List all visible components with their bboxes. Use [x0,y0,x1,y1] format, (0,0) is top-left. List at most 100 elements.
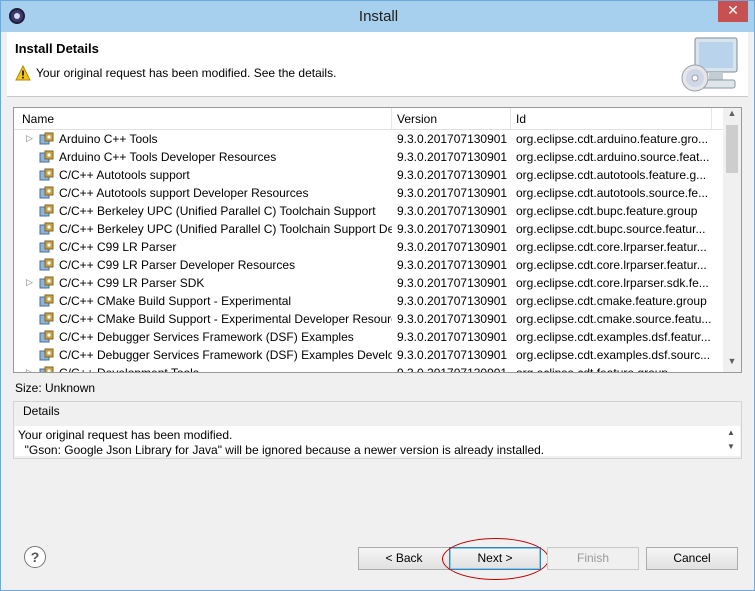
row-name: C/C++ CMake Build Support - Experimental [59,294,292,308]
column-divider[interactable] [510,108,511,130]
computer-cd-icon [681,37,738,92]
row-version: 9.3.0.201707130901 [397,168,508,182]
details-scrollbar[interactable]: ▲ ▼ [724,426,738,456]
row-name: C/C++ Debugger Services Framework (DSF) … [59,330,354,344]
row-name: C/C++ Autotools support Developer Resour… [59,186,309,200]
feature-icon [39,240,55,254]
feature-icon [39,330,55,344]
row-id: org.eclipse.cdt.examples.dsf.sourc... [516,348,711,362]
details-text-area[interactable]: Your original request has been modified.… [15,426,740,458]
details-line-1: Your original request has been modified. [18,428,233,442]
table-row[interactable]: ▷ C/C++ C99 LR Parser SDK 9.3.0.2017071309… [14,274,722,292]
row-version: 9.3.0.201707130901 [397,132,508,146]
title-bar[interactable]: Install ✕ [1,1,754,32]
column-header-name[interactable]: Name [22,112,54,126]
feature-icon [39,276,55,290]
feature-icon [39,150,55,164]
feature-icon [39,348,55,362]
scrollbar-thumb[interactable] [726,125,738,173]
scroll-down-icon[interactable]: ▼ [723,356,741,372]
feature-icon [39,132,55,146]
install-dialog: Install ✕ Install Details Your original … [0,0,755,591]
row-id: org.eclipse.cdt.bupc.feature.group [516,204,698,218]
table-row[interactable]: C/C++ Debugger Services Framework (DSF) … [14,346,722,364]
table-row[interactable]: C/C++ Berkeley UPC (Unified Parallel C) … [14,220,722,238]
row-version: 9.3.0.201707130901 [397,294,508,308]
row-version: 9.3.0.201707130901 [397,330,508,344]
row-version: 9.3.0.201707130901 [397,366,508,373]
expand-arrow-icon[interactable]: ▷ [26,133,33,144]
window-title: Install [358,8,399,25]
table-row[interactable]: C/C++ CMake Build Support - Experimental… [14,310,722,328]
row-version: 9.3.0.201707130901 [397,204,508,218]
row-id: org.eclipse.cdt.arduino.source.feat... [516,150,710,164]
column-divider[interactable] [711,108,712,130]
table-row[interactable]: C/C++ C99 LR Parser 9.3.0.201707130901 org… [14,238,722,256]
feature-icon [39,168,55,182]
row-version: 9.3.0.201707130901 [397,276,508,290]
row-version: 9.3.0.201707130901 [397,312,508,326]
expand-arrow-icon[interactable]: ▷ [26,277,33,288]
table-header: Name Version Id [14,108,741,130]
back-button[interactable]: < Back [358,547,450,570]
table-row[interactable]: ▷ C/C++ Development Tools 9.3.0.2017071309… [14,364,722,373]
cancel-button-label: Cancel [673,551,711,565]
feature-icon [39,294,55,308]
column-header-id[interactable]: Id [516,112,526,126]
row-id: org.eclipse.cdt.core.lrparser.sdk.fe... [516,276,709,290]
vertical-scrollbar[interactable]: ▲ ▼ [723,108,741,372]
scroll-up-icon[interactable]: ▲ [723,108,741,124]
column-header-version[interactable]: Version [397,112,437,126]
back-button-label: < Back [385,551,423,565]
row-name: C/C++ Autotools support [59,168,190,182]
warning-icon [15,65,31,81]
table-body: ▷ Arduino C++ Tools 9.3.0.201707130901 org.… [14,130,722,373]
expand-arrow-icon[interactable]: ▷ [26,367,33,372]
row-version: 9.3.0.201707130901 [397,186,508,200]
finish-button: Finish [547,547,639,570]
table-row[interactable]: C/C++ Autotools support 9.3.0.20170713090… [14,166,722,184]
header-message: Your original request has been modified.… [36,66,337,80]
column-divider[interactable] [391,108,392,130]
row-name: C/C++ Berkeley UPC (Unified Parallel C) … [59,222,392,236]
help-button[interactable]: ? [24,546,46,568]
row-id: org.eclipse.cdt.cmake.feature.group [516,294,707,308]
row-id: org.eclipse.cdt.bupc.source.featur... [516,222,706,236]
details-label: Details [23,404,60,418]
table-row[interactable]: C/C++ Debugger Services Framework (DSF) … [14,328,722,346]
table-row[interactable]: Arduino C++ Tools Developer Resources 9.3… [14,148,722,166]
row-version: 9.3.0.201707130901 [397,258,508,272]
feature-icon [39,258,55,272]
table-row[interactable]: C/C++ Autotools support Developer Resour… [14,184,722,202]
feature-icon [39,366,55,372]
table-row[interactable]: ▷ Arduino C++ Tools 9.3.0.201707130901 org.… [14,130,722,148]
header-banner: Install Details Your original request ha… [7,32,748,97]
row-name: C/C++ C99 LR Parser Developer Resources [59,258,296,272]
feature-icon [39,186,55,200]
row-name: Arduino C++ Tools [59,132,158,146]
feature-icon [39,222,55,236]
row-name: C/C++ C99 LR Parser [59,240,177,254]
details-group: Details Your original request has been m… [13,401,742,459]
row-name: Arduino C++ Tools Developer Resources [59,150,277,164]
table-row[interactable]: C/C++ C99 LR Parser Developer Resources 9… [14,256,722,274]
table-row[interactable]: C/C++ Berkeley UPC (Unified Parallel C) … [14,202,722,220]
feature-icon [39,312,55,326]
details-line-2: "Gson: Google Json Library for Java" wil… [18,443,545,457]
row-id: org.eclipse.cdt.cmake.source.featu... [516,312,712,326]
row-id: org.eclipse.cdt.autotools.feature.g... [516,168,707,182]
install-items-table[interactable]: Name Version Id ▷ Arduino C++ Tools 9.3.0.… [13,107,742,373]
feature-icon [39,204,55,218]
row-version: 9.3.0.201707130901 [397,150,508,164]
cancel-button[interactable]: Cancel [646,547,738,570]
details-text: Your original request has been modified.… [18,428,544,458]
row-name: C/C++ Berkeley UPC (Unified Parallel C) … [59,204,376,218]
row-name: C/C++ C99 LR Parser SDK [59,276,205,290]
table-row[interactable]: C/C++ CMake Build Support - Experimental… [14,292,722,310]
row-version: 9.3.0.201707130901 [397,240,508,254]
row-name: C/C++ CMake Build Support - Experimental… [59,312,392,326]
close-button[interactable]: ✕ [718,1,748,22]
row-name: C/C++ Development Tools [59,366,199,373]
row-id: org.eclipse.cdt.core.lrparser.featur... [516,258,707,272]
row-name: C/C++ Debugger Services Framework (DSF) … [59,348,392,362]
